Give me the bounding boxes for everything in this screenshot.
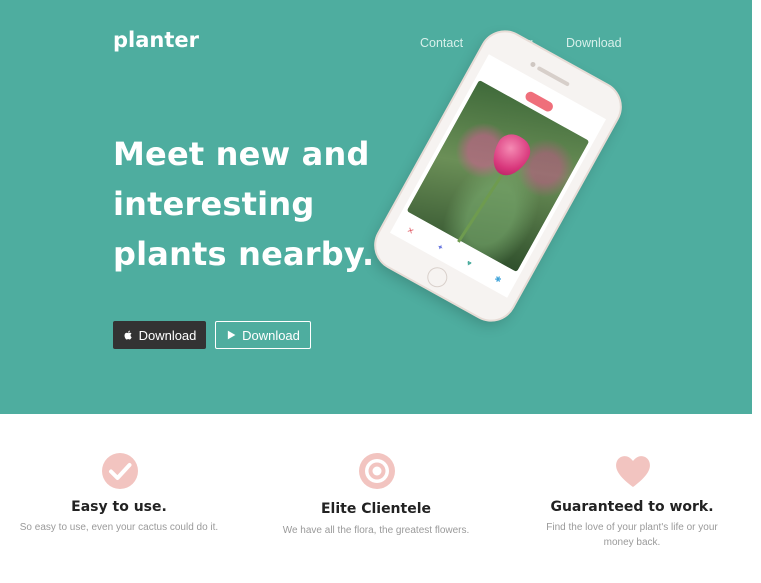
phone-screen: ✕ ✦ ♥ ✱: [389, 54, 607, 298]
star-icon: ✦: [435, 241, 446, 253]
target-icon: [358, 452, 396, 490]
flower-icon: ✱: [492, 273, 504, 285]
checkmark-icon: [101, 452, 139, 490]
app-store-download-button[interactable]: Download: [113, 321, 206, 349]
cancel-icon: ✕: [405, 224, 416, 237]
feature-text: We have all the flora, the greatest flow…: [282, 525, 470, 536]
camera-icon: [529, 61, 537, 68]
feature-title: Easy to use.: [71, 499, 167, 515]
hero-headline: Meet new and interesting plants nearby.: [113, 135, 375, 274]
feature-title: Elite Clientele: [320, 501, 432, 517]
play-store-icon: [226, 329, 237, 341]
apple-icon: [123, 329, 134, 341]
favorite-icon: ♥: [464, 257, 474, 269]
nav-link-download[interactable]: Download: [566, 36, 622, 50]
feature-title: Guaranteed to work.: [550, 499, 714, 515]
tulip-stem: [457, 165, 509, 243]
feature-text: Find the love of your plant's life or yo…: [546, 522, 718, 548]
features-section: Easy to use. So easy to use, even your c…: [0, 414, 761, 583]
heart-icon: [614, 452, 652, 490]
hero-section: planter Contact Pricing Download Meet ne…: [0, 0, 752, 414]
feature-text: So easy to use, even your cactus could d…: [19, 522, 219, 533]
nav-link-contact[interactable]: Contact: [420, 36, 463, 50]
tulip-flower: [485, 128, 536, 183]
home-button-icon: [423, 263, 451, 291]
play-store-download-label: Download: [242, 327, 300, 343]
play-store-download-button[interactable]: Download: [215, 321, 311, 349]
brand-logo[interactable]: planter: [113, 28, 199, 52]
app-store-download-label: Download: [138, 327, 197, 343]
